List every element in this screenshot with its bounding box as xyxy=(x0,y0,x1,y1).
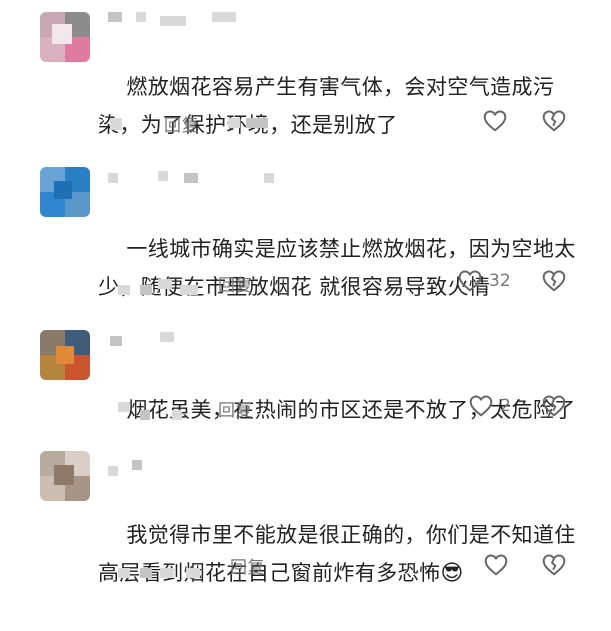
broken-heart-icon xyxy=(541,268,567,294)
broken-heart-icon xyxy=(541,108,567,134)
avatar[interactable] xyxy=(40,167,90,217)
comment-text: 燃放烟花容易产生有害气体，会对空气造成污染，为了保护环境，还是别放了 xyxy=(98,75,555,137)
broken-heart-icon xyxy=(541,393,567,419)
username-redacted xyxy=(110,336,122,346)
avatar[interactable] xyxy=(40,451,90,501)
timestamp-redacted xyxy=(140,410,150,420)
heart-icon xyxy=(468,393,494,419)
reply-button[interactable]: 回复 xyxy=(230,553,265,578)
username-redacted xyxy=(136,12,146,22)
cool-emoji-icon: 😎 xyxy=(440,561,464,586)
reply-button[interactable]: 回复 xyxy=(218,271,253,296)
like-button[interactable] xyxy=(483,552,509,578)
timestamp-redacted xyxy=(118,285,130,295)
timestamp-redacted xyxy=(140,285,152,295)
avatar[interactable] xyxy=(40,12,90,62)
heart-icon xyxy=(457,268,483,294)
dislike-button[interactable] xyxy=(541,393,567,419)
reply-button[interactable]: 回复 xyxy=(164,111,199,136)
username-redacted xyxy=(132,460,142,470)
avatar[interactable] xyxy=(40,330,90,380)
username-redacted xyxy=(158,171,168,181)
timestamp-redacted xyxy=(140,568,152,578)
like-button[interactable] xyxy=(482,108,508,134)
like-count: 2 xyxy=(500,396,511,416)
dislike-button[interactable] xyxy=(541,268,567,294)
username-redacted xyxy=(108,466,118,476)
timestamp-redacted xyxy=(172,410,182,420)
timestamp-redacted xyxy=(118,568,130,578)
heart-icon xyxy=(482,108,508,134)
dislike-button[interactable] xyxy=(541,552,567,578)
heart-icon xyxy=(483,552,509,578)
location-redacted xyxy=(228,118,240,128)
dislike-button[interactable] xyxy=(541,108,567,134)
username-redacted xyxy=(212,12,236,22)
location-redacted xyxy=(246,118,268,128)
broken-heart-icon xyxy=(541,552,567,578)
timestamp-redacted xyxy=(110,118,122,130)
username-redacted xyxy=(108,173,118,183)
timestamp-redacted xyxy=(186,568,200,578)
username-redacted xyxy=(160,332,174,342)
username-redacted xyxy=(160,16,186,26)
timestamp-redacted xyxy=(160,568,174,578)
username-redacted xyxy=(108,12,122,22)
username-redacted xyxy=(264,173,274,183)
reply-button[interactable]: 回复 xyxy=(218,396,253,421)
like-count: 32 xyxy=(489,271,511,291)
username-redacted xyxy=(184,173,198,183)
timestamp-redacted xyxy=(158,279,172,289)
timestamp-redacted xyxy=(180,285,198,295)
like-button[interactable]: 32 xyxy=(457,268,511,294)
timestamp-redacted xyxy=(118,402,130,412)
like-button[interactable]: 2 xyxy=(468,393,511,419)
